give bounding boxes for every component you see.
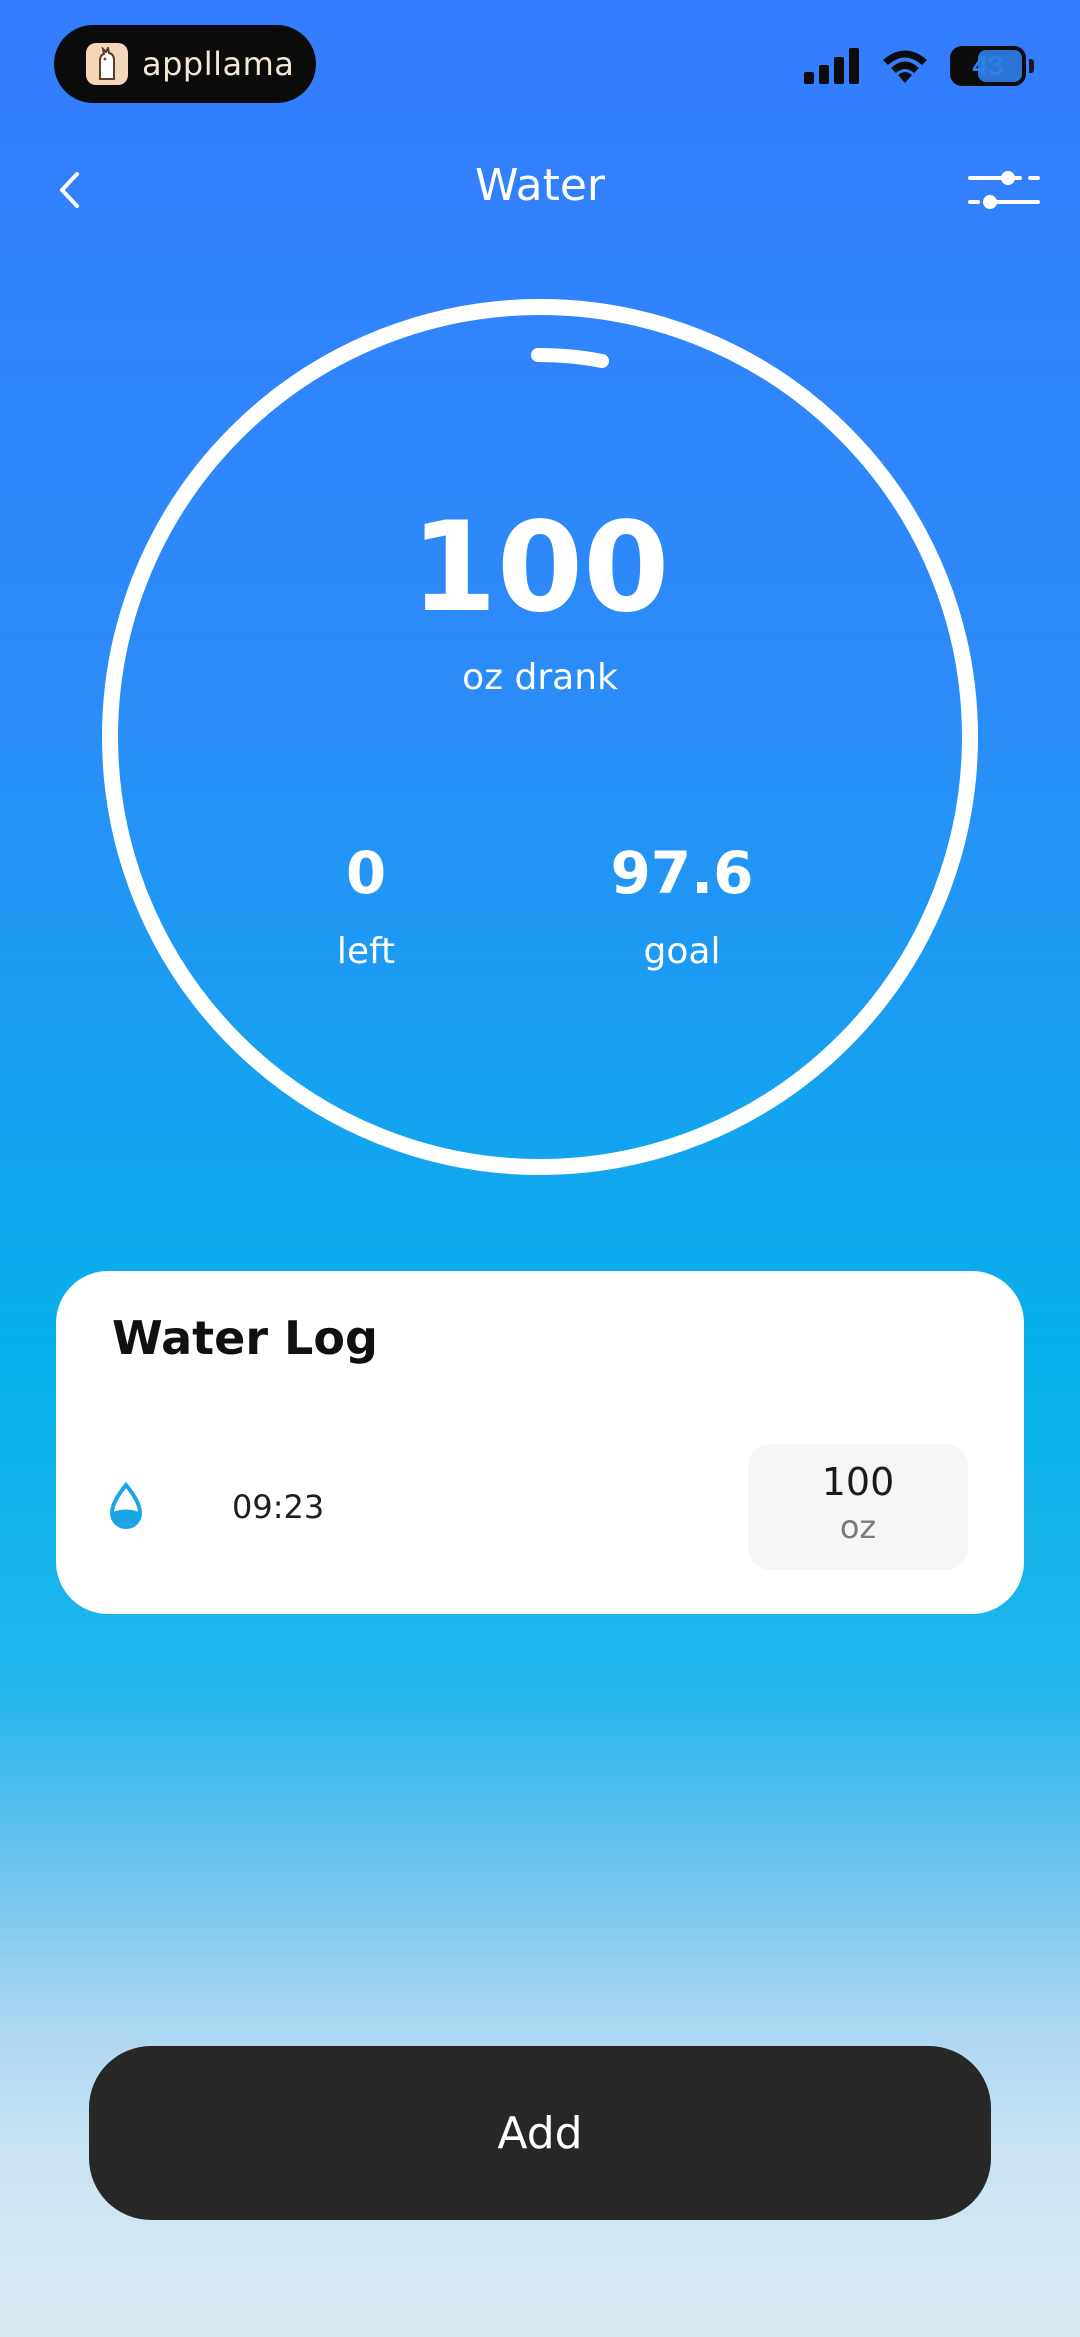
water-drop-icon	[109, 1482, 143, 1529]
drank-value: 100	[410, 496, 670, 640]
battery-level: 43	[972, 50, 1004, 81]
water-log-card: Water Log 09:23 100 oz	[56, 1271, 1024, 1614]
log-entry-time: 09:23	[232, 1488, 325, 1526]
progress-ring-handle	[531, 348, 609, 368]
sliders-icon	[968, 171, 1040, 209]
log-entry-amount-unit: oz	[839, 1508, 877, 1546]
llama-logo-icon	[86, 43, 128, 85]
goal-value: 97.6	[610, 839, 754, 907]
drank-label: oz drank	[462, 657, 618, 698]
goal-label: goal	[643, 931, 721, 972]
filter-settings-button[interactable]	[968, 164, 1040, 216]
cellular-signal-icon	[804, 48, 859, 84]
battery-indicator: 43	[950, 46, 1034, 86]
log-entry-amount[interactable]: 100 oz	[748, 1444, 968, 1570]
app-badge: appllama	[54, 25, 316, 103]
left-label: left	[336, 931, 396, 972]
log-entry-amount-value: 100	[821, 1460, 895, 1504]
add-water-button[interactable]: Add	[89, 2046, 991, 2220]
log-entry[interactable]: 09:23 100 oz	[108, 1444, 968, 1570]
left-value: 0	[345, 839, 387, 907]
wifi-icon	[883, 50, 927, 83]
status-icons: 43	[804, 46, 1034, 86]
goal-stat: 97.6 goal	[552, 839, 812, 972]
progress-ring-arc	[102, 299, 978, 1175]
page-title: Water	[474, 160, 606, 211]
left-stat: 0 left	[236, 839, 496, 972]
water-log-title: Water Log	[112, 1311, 378, 1365]
brand-name: appllama	[142, 45, 295, 83]
water-progress-ring: 100 oz drank 0 left 97.6 goal	[102, 299, 978, 1175]
